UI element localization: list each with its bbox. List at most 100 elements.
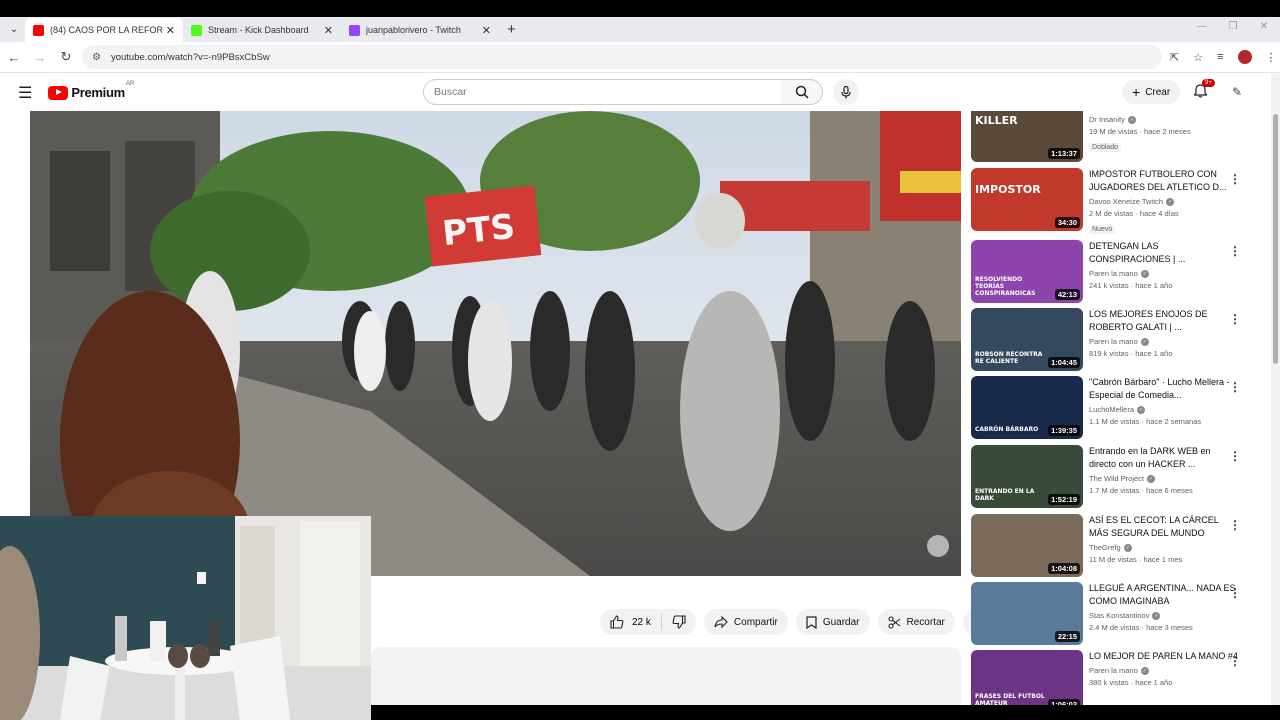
video-title[interactable]: "Cabrón Bárbaro" · Lucho Mellera - Espec… <box>1089 376 1239 402</box>
recommended-video[interactable]: FRASES DEL FUTBOL AMATEUR 1:06:03 LO MEJOR… <box>971 650 1267 705</box>
video-menu-icon[interactable]: ⋮ <box>1229 449 1241 463</box>
recommended-video[interactable]: IMPOSTOR 34:30 IMPOSTOR FUTBOLERO CON JUGA… <box>971 168 1267 235</box>
video-title[interactable]: LO MEJOR DE PAREN LA MANO #4 <box>1089 650 1239 663</box>
channel-name[interactable]: Paren la mano ✓ <box>1089 666 1239 676</box>
dislike-button[interactable] <box>662 615 696 629</box>
channel-name[interactable]: Paren la mano ✓ <box>1089 337 1239 347</box>
tab-search-chevron-icon[interactable]: ⌄ <box>3 19 25 41</box>
video-duration: 34:30 <box>1054 217 1080 228</box>
video-menu-icon[interactable]: ⋮ <box>1229 518 1241 532</box>
video-menu-icon[interactable]: ⋮ <box>1229 244 1241 258</box>
video-thumbnail[interactable]: KILLER 1:13:37 <box>971 111 1083 162</box>
save-button[interactable]: Guardar <box>795 609 870 635</box>
thumbnail-text: FRASES DEL FUTBOL AMATEUR <box>975 693 1045 705</box>
new-tab-button[interactable]: + <box>507 21 516 38</box>
recommended-video[interactable]: KILLER 1:13:37 asesino más inteligente de … <box>971 111 1267 163</box>
video-thumbnail[interactable]: RESOLVIENDO TEORÍAS CONSPIRANOICAS 42:13 <box>971 240 1083 303</box>
page-scrollbar[interactable] <box>1271 74 1280 705</box>
video-title[interactable]: LOS MEJORES ENOJOS DE ROBERTO GALATI | .… <box>1089 308 1239 334</box>
thumbnail-text: RESOLVIENDO TEORÍAS CONSPIRANOICAS <box>975 276 1036 297</box>
recommended-video[interactable]: 1:04:08 ASÍ ES EL CECOT: LA CÁRCEL MÁS SE… <box>971 514 1267 578</box>
video-thumbnail[interactable]: CABRÓN BÁRBARO 1:39:35 <box>971 376 1083 439</box>
youtube-favicon-icon <box>33 24 44 36</box>
video-duration: 1:39:35 <box>1048 425 1080 436</box>
video-title[interactable]: ASÍ ES EL CECOT: LA CÁRCEL MÁS SEGURA DE… <box>1089 514 1239 540</box>
hamburger-menu-icon[interactable]: ☰ <box>18 83 32 103</box>
video-player[interactable]: PTS <box>30 111 961 576</box>
video-menu-icon[interactable]: ⋮ <box>1229 586 1241 600</box>
channel-name[interactable]: LuchoMellera ✓ <box>1089 405 1239 415</box>
youtube-logo[interactable]: Premium AR <box>48 81 134 100</box>
verified-check-icon: ✓ <box>1127 116 1136 125</box>
media-controls-icon[interactable]: ≡ <box>1217 51 1223 63</box>
bookmark-icon <box>806 615 817 629</box>
video-menu-icon[interactable]: ⋮ <box>1229 172 1241 186</box>
video-title[interactable]: LLEGUÉ A ARGENTINA... NADA ES COMO IMAGI… <box>1089 582 1239 608</box>
video-info: ASÍ ES EL CECOT: LA CÁRCEL MÁS SEGURA DE… <box>1089 514 1239 564</box>
create-button[interactable]: + Crear <box>1122 80 1181 104</box>
account-avatar-icon[interactable]: ✎ <box>1232 85 1242 99</box>
video-menu-icon[interactable]: ⋮ <box>1229 380 1241 394</box>
browser-tab-twitch[interactable]: juanpablorivero - Twitch ✕ <box>341 18 499 42</box>
thumbnail-text: ROBSON RECONTRA RE CALIENTE <box>975 351 1043 365</box>
search-input[interactable]: Buscar <box>423 79 783 105</box>
video-thumbnail[interactable]: ROBSON RECONTRA RE CALIENTE 1:04:45 <box>971 308 1083 371</box>
restore-icon[interactable]: ❐ <box>1229 21 1238 32</box>
channel-name[interactable]: TheGrefg ✓ <box>1089 543 1239 553</box>
browser-menu-icon[interactable]: ⋮ <box>1266 51 1277 64</box>
channel-name[interactable]: Stas Konstantinov ✓ <box>1089 611 1239 621</box>
close-tab-icon[interactable]: ✕ <box>482 24 491 37</box>
like-button[interactable]: 22 k <box>600 614 662 630</box>
minimize-icon[interactable]: — <box>1197 21 1207 32</box>
search-placeholder: Buscar <box>434 86 467 98</box>
reload-icon[interactable]: ↻ <box>54 49 78 65</box>
video-thumbnail[interactable]: 22:15 <box>971 582 1083 645</box>
video-thumbnail[interactable]: 1:04:08 <box>971 514 1083 577</box>
browser-tab-youtube[interactable]: (84) CAOS POR LA REFORMA L ✕ <box>25 18 183 42</box>
site-info-icon[interactable]: ⚙ <box>92 52 101 63</box>
video-title[interactable]: IMPOSTOR FUTBOLERO CON JUGADORES DEL ATL… <box>1089 168 1239 194</box>
video-duration: 1:52:19 <box>1048 494 1080 505</box>
recommended-video[interactable]: RESOLVIENDO TEORÍAS CONSPIRANOICAS 42:13 D… <box>971 240 1267 304</box>
profile-avatar[interactable] <box>1237 50 1252 64</box>
close-tab-icon[interactable]: ✕ <box>324 24 333 37</box>
video-metadata: 1.1 M de vistas · hace 2 semanas <box>1089 417 1202 427</box>
video-title[interactable]: DETENGAN LAS CONSPIRACIONES | ... <box>1089 240 1239 266</box>
recommended-video[interactable]: ENTRANDO EN LA DARK 1:52:19 Entrando en la… <box>971 445 1267 509</box>
channel-name[interactable]: Dr Insanity ✓ <box>1089 115 1239 125</box>
description-box[interactable] <box>371 647 961 707</box>
url-field[interactable]: ⚙ youtube.com/watch?v=-n9PBsxCbSw <box>82 45 1162 69</box>
share-label: Compartir <box>733 616 778 628</box>
clip-button[interactable]: Recortar <box>877 609 955 635</box>
recommended-video[interactable]: ROBSON RECONTRA RE CALIENTE 1:04:45 LOS ME… <box>971 308 1267 372</box>
recommended-video[interactable]: CABRÓN BÁRBARO 1:39:35 "Cabrón Bárbaro" · … <box>971 376 1267 440</box>
bookmark-star-icon[interactable]: ☆ <box>1193 51 1203 64</box>
thumbnail-text: IMPOSTOR <box>975 183 1041 196</box>
scrollbar-thumb[interactable] <box>1273 114 1278 364</box>
video-thumbnail[interactable]: FRASES DEL FUTBOL AMATEUR 1:06:03 <box>971 650 1083 705</box>
thumbs-down-icon <box>672 615 686 629</box>
browser-tab-kick[interactable]: Stream - Kick Dashboard ✕ <box>183 18 341 42</box>
tab-title: juanpablorivero - Twitch <box>366 25 461 35</box>
channel-name[interactable]: Davoo Xeneize Twitch ✓ <box>1089 197 1239 207</box>
recommended-video[interactable]: 22:15 LLEGUÉ A ARGENTINA... NADA ES COMO … <box>971 582 1267 646</box>
video-info: DETENGAN LAS CONSPIRACIONES | ... Paren l… <box>1089 240 1239 290</box>
video-menu-icon[interactable]: ⋮ <box>1229 312 1241 326</box>
channel-name[interactable]: Paren la mano ✓ <box>1089 269 1239 279</box>
notifications-button[interactable]: 9+ <box>1193 79 1215 103</box>
channel-name[interactable]: The Wild Project ✓ <box>1089 474 1239 484</box>
voice-search-button[interactable] <box>833 79 859 105</box>
close-tab-icon[interactable]: ✕ <box>166 24 175 37</box>
back-icon[interactable]: ← <box>2 50 26 65</box>
verified-check-icon: ✓ <box>1166 198 1175 207</box>
video-title[interactable]: asesino más inteligente de ... <box>1089 111 1239 112</box>
close-window-icon[interactable]: ✕ <box>1260 21 1268 32</box>
forward-icon[interactable]: → <box>28 50 52 65</box>
search-button[interactable] <box>781 79 823 105</box>
share-button[interactable]: Compartir <box>703 609 788 635</box>
video-thumbnail[interactable]: IMPOSTOR 34:30 <box>971 168 1083 231</box>
install-icon[interactable]: ⇱ <box>1170 51 1179 64</box>
video-title[interactable]: Entrando en la DARK WEB en directo con u… <box>1089 445 1239 471</box>
video-thumbnail[interactable]: ENTRANDO EN LA DARK 1:52:19 <box>971 445 1083 508</box>
video-menu-icon[interactable]: ⋮ <box>1229 654 1241 668</box>
